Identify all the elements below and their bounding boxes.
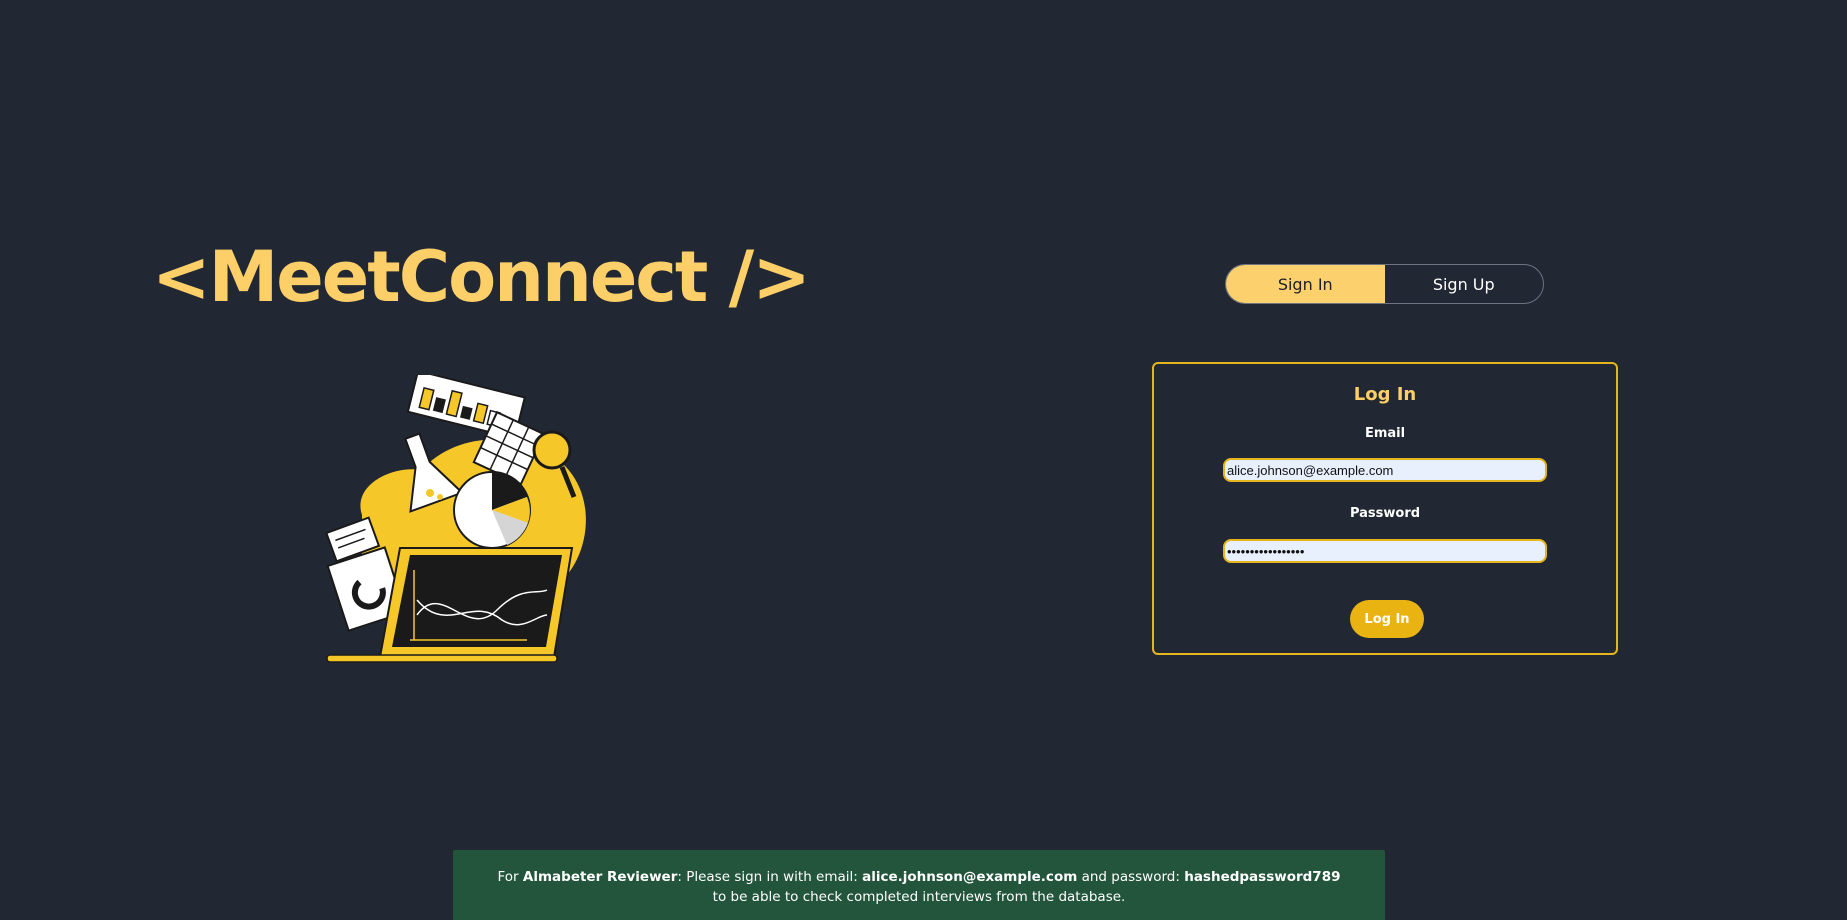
brand-logo-text: <MeetConnect />: [152, 236, 811, 318]
notice-prefix: For: [497, 869, 523, 885]
email-field[interactable]: [1223, 458, 1547, 482]
auth-tabs: Sign In Sign Up: [1225, 264, 1544, 304]
notice-text-3: to be able to check completed interviews…: [712, 889, 1126, 905]
notice-text-1: : Please sign in with email:: [677, 869, 863, 885]
login-form-title: Log In: [1353, 384, 1417, 405]
data-analysis-illustration-icon: [325, 375, 586, 663]
tab-sign-up[interactable]: Sign Up: [1385, 265, 1544, 303]
password-field[interactable]: [1223, 539, 1547, 563]
email-label: Email: [1364, 426, 1406, 441]
reviewer-notice-banner: For Almabeter Reviewer: Please sign in w…: [453, 850, 1385, 920]
login-form: Log In Email Password Log In: [1152, 362, 1618, 655]
notice-text-2: and password:: [1077, 869, 1185, 885]
notice-reviewer: Almabeter Reviewer: [522, 869, 678, 885]
login-page: <MeetConnect /> Sign In Sign Up Log In E…: [0, 0, 1847, 920]
tab-sign-in[interactable]: Sign In: [1226, 265, 1385, 303]
notice-email: alice.johnson@example.com: [862, 869, 1078, 885]
log-in-button[interactable]: Log In: [1350, 600, 1424, 638]
password-label: Password: [1349, 506, 1421, 521]
notice-password: hashedpassword789: [1184, 869, 1341, 885]
